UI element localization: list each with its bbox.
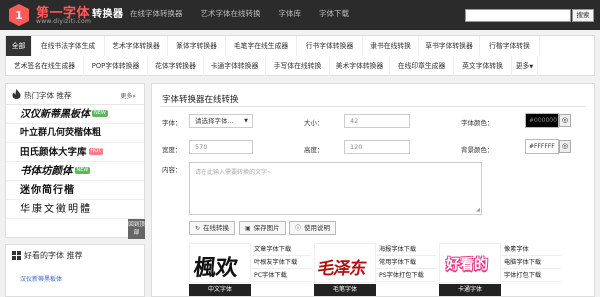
category-tab[interactable]: POP字体转换器 bbox=[84, 56, 148, 76]
height-input[interactable]: 120 bbox=[344, 140, 410, 154]
category-tab-all[interactable]: 全部 bbox=[6, 36, 32, 56]
font-color-label: 字体颜色： bbox=[461, 119, 494, 127]
font-select[interactable]: 请选择字体... ▼ bbox=[189, 114, 253, 128]
category-tab[interactable]: 花体字转换器 bbox=[148, 56, 204, 76]
logo-url: www.diyiziti.com bbox=[36, 18, 92, 25]
category-tab[interactable]: 美术字体转换器 bbox=[330, 56, 390, 76]
hot-fonts-panel: 热门字体 推荐 更多» 汉仪新蒂黑板体 NEW 叶立群几何荧楷体粗 田氏颜体大字库… bbox=[5, 83, 145, 238]
style-link[interactable]: 像素字体 bbox=[502, 243, 561, 256]
category-tab[interactable]: 在线书法字体生成 bbox=[32, 36, 105, 56]
top-nav: 在线字体转换器 艺术字体在线转换 字体库 字体下载 bbox=[130, 8, 349, 19]
convert-button[interactable]: ↻ 在线转换 bbox=[189, 221, 236, 235]
style-links: 海报字体下载 常用字体下载 PS字体打包下载 bbox=[377, 243, 436, 282]
help-button[interactable]: ⓘ 使用说明 bbox=[289, 221, 337, 235]
new-badge: NEW bbox=[74, 167, 91, 174]
refresh-icon: ↻ bbox=[195, 225, 201, 232]
panel-header: 热门字体 推荐 更多» bbox=[6, 84, 144, 105]
font-list-item[interactable]: 田氏颜体大字库 HOT bbox=[6, 143, 144, 162]
category-nav: 全部 在线书法字体生成 艺术字体转换器 篆体字转换器 毛笔字在线生成器 行书字体… bbox=[5, 35, 595, 76]
divider bbox=[160, 106, 586, 107]
grid-icon bbox=[12, 251, 21, 260]
search-button[interactable]: 搜索 bbox=[572, 9, 594, 22]
page-title: 字体转换器在线转换 bbox=[162, 95, 239, 105]
search-input[interactable] bbox=[465, 9, 571, 22]
style-preview-brush[interactable]: 毛泽东 bbox=[314, 243, 376, 283]
hot-badge: HOT bbox=[88, 148, 104, 155]
resize-grip-icon[interactable]: ◢ bbox=[476, 207, 480, 213]
category-tab[interactable]: 草书字体转换器 bbox=[419, 36, 480, 56]
logo-icon: 1 bbox=[9, 4, 29, 26]
image-icon: ▣ bbox=[245, 225, 251, 232]
style-link[interactable]: 文章字体下载 bbox=[252, 243, 311, 256]
color-picker-icon[interactable]: ◎ bbox=[559, 140, 571, 153]
top-nav-item[interactable]: 在线字体转换器 bbox=[130, 8, 183, 19]
chevron-down-icon: ▼ bbox=[529, 64, 534, 70]
category-tab[interactable]: 卡通字体转换器 bbox=[204, 56, 266, 76]
font-link[interactable]: 汉仪新蒂黑板体 bbox=[20, 274, 62, 283]
style-link[interactable]: 字体打包下载 bbox=[502, 269, 561, 282]
width-label: 宽度： bbox=[162, 146, 182, 154]
style-link[interactable]: 常用字体下载 bbox=[377, 256, 436, 269]
style-links: 像素字体 电脑字体下载 字体打包下载 bbox=[502, 243, 561, 282]
style-link[interactable]: 叶根友字体下载 bbox=[252, 256, 311, 269]
style-preview-chinese[interactable]: 楓欢 bbox=[189, 243, 251, 283]
category-tab[interactable]: 艺术签名在线生成器 bbox=[6, 56, 84, 76]
panel-title: 热门字体 推荐 bbox=[24, 91, 72, 100]
converter-panel: 字体转换器在线转换 字体： 请选择字体... ▼ 大小： 42 字体颜色： #00… bbox=[151, 83, 595, 297]
font-list-item[interactable]: 汉仪新蒂黑板体 NEW bbox=[6, 105, 144, 124]
style-links: 文章字体下载 叶根友字体下载 PC字体下载 bbox=[252, 243, 311, 282]
width-input[interactable]: 570 bbox=[189, 140, 253, 154]
category-tab[interactable]: 艺术字体转换器 bbox=[105, 36, 168, 56]
content-textarea[interactable]: 请在此输入需要转换的文字~ ◢ bbox=[189, 162, 482, 215]
style-caption[interactable]: 毛笔字体 bbox=[314, 284, 376, 296]
info-icon: ⓘ bbox=[295, 225, 302, 232]
font-list-item[interactable]: 书体坊颜体 NEW bbox=[6, 162, 144, 181]
content-label: 内容： bbox=[162, 166, 182, 174]
style-caption[interactable]: 中文字体 bbox=[189, 284, 251, 296]
font-list-item[interactable]: 迷你简行楷 bbox=[6, 181, 144, 200]
top-nav-item[interactable]: 字体库 bbox=[279, 8, 302, 19]
color-picker-icon[interactable]: ◎ bbox=[559, 114, 571, 127]
category-more[interactable]: 更多▼ bbox=[512, 56, 538, 76]
font-label: 字体： bbox=[162, 119, 182, 127]
fire-icon bbox=[12, 89, 21, 99]
chevron-down-icon: ▼ bbox=[244, 118, 248, 124]
more-link[interactable]: 更多» bbox=[120, 91, 136, 100]
font-list: 汉仪新蒂黑板体 NEW 叶立群几何荧楷体粗 田氏颜体大字库 HOT 书体坊颜体 NEW… bbox=[6, 105, 144, 219]
category-tab[interactable]: 在线印章生成器 bbox=[390, 56, 454, 76]
category-tab[interactable]: 行书字体转换器 bbox=[297, 36, 363, 56]
category-tab[interactable]: 毛笔字在线生成器 bbox=[226, 36, 297, 56]
style-showcase: 楓欢 中文字体 文章字体下载 叶根友字体下载 PC字体下载 毛泽东 毛笔字体 海… bbox=[189, 243, 564, 297]
font-list-item[interactable]: 华康文徵明體 bbox=[6, 200, 144, 219]
font-list-item[interactable]: 叶立群几何荧楷体粗 bbox=[6, 124, 144, 143]
category-tab[interactable]: 英文字体转换 bbox=[454, 56, 512, 76]
category-tab[interactable]: 隶书在线转换 bbox=[363, 36, 419, 56]
top-nav-item[interactable]: 艺术字体在线转换 bbox=[201, 8, 261, 19]
size-input[interactable]: 42 bbox=[344, 114, 410, 128]
size-label: 大小： bbox=[304, 119, 324, 127]
bg-color-label: 背景颜色： bbox=[461, 146, 494, 154]
category-row: 全部 在线书法字体生成 艺术字体转换器 篆体字转换器 毛笔字在线生成器 行书字体… bbox=[6, 36, 540, 56]
bg-color-input[interactable]: #FFFFFF bbox=[525, 139, 559, 154]
good-fonts-panel: 好看的字体 推荐 汉仪新蒂黑板体 bbox=[5, 244, 145, 297]
style-link[interactable]: PS字体打包下载 bbox=[377, 269, 436, 282]
save-image-button[interactable]: ▣ 保存图片 bbox=[239, 221, 286, 235]
panel-title: 好看的字体 推荐 bbox=[24, 251, 83, 260]
top-bar: 1 第一字体 转换器 www.diyiziti.com 在线字体转换器 艺术字体在… bbox=[0, 0, 600, 30]
category-row: 艺术签名在线生成器 POP字体转换器 花体字转换器 卡通字体转换器 手写体在线转… bbox=[6, 56, 538, 76]
svg-text:1: 1 bbox=[15, 9, 23, 22]
top-nav-item[interactable]: 字体下载 bbox=[319, 8, 349, 19]
style-preview-cartoon[interactable]: 好看的 bbox=[439, 243, 501, 283]
category-tab[interactable]: 篆体字转换器 bbox=[168, 36, 226, 56]
category-tab[interactable]: 手写体在线转换 bbox=[266, 56, 330, 76]
style-caption[interactable]: 卡通字体 bbox=[439, 284, 501, 296]
font-color-input[interactable]: #000000 bbox=[525, 113, 559, 128]
new-badge: NEW bbox=[92, 110, 108, 117]
style-link[interactable]: PC字体下载 bbox=[252, 269, 311, 282]
back-to-top-button[interactable]: 回到顶部 bbox=[128, 219, 145, 239]
height-label: 高度： bbox=[304, 146, 324, 154]
style-link[interactable]: 电脑字体下载 bbox=[502, 256, 561, 269]
style-link[interactable]: 海报字体下载 bbox=[377, 243, 436, 256]
category-tab[interactable]: 行楷字体转换 bbox=[480, 36, 540, 56]
